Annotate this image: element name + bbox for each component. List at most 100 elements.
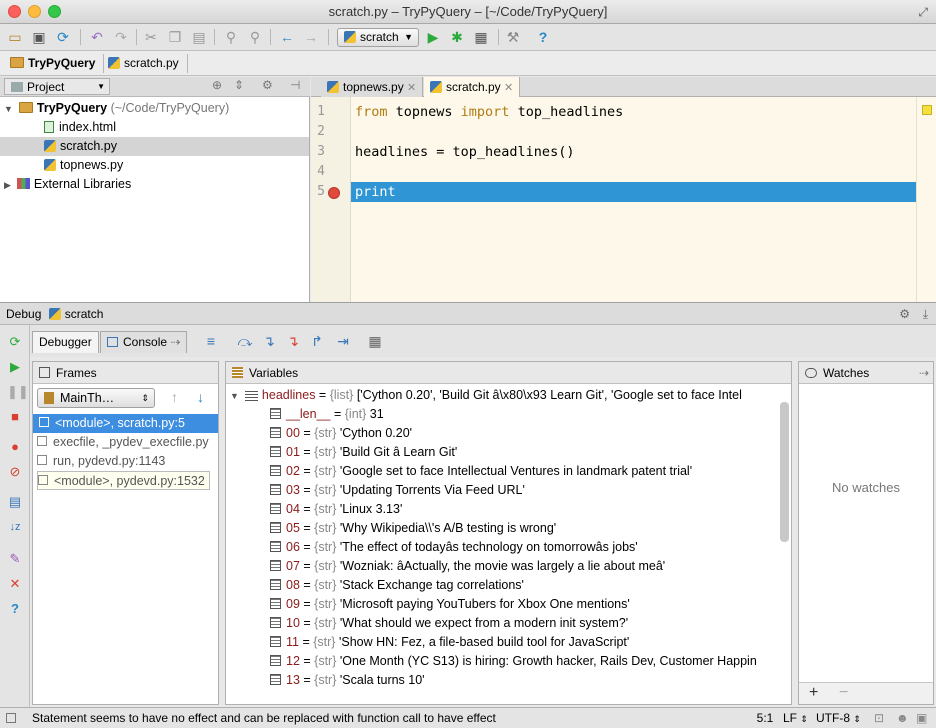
variable-row[interactable]: 01 = {str} 'Build Git â Learn Git': [270, 443, 457, 462]
pause-icon[interactable]: ❚❚: [7, 384, 29, 400]
cut-icon[interactable]: ✂: [142, 28, 160, 46]
remove-watch-button[interactable]: −: [839, 684, 848, 702]
pin-icon[interactable]: ✎: [7, 551, 23, 567]
encoding[interactable]: UTF-8 ⇕: [816, 708, 861, 728]
forward-icon[interactable]: →: [302, 28, 320, 46]
add-watch-button[interactable]: +: [809, 684, 818, 702]
tab-topnews[interactable]: topnews.py ✕: [321, 77, 424, 97]
close-window-button[interactable]: [8, 5, 21, 18]
stop-icon[interactable]: ■: [7, 409, 23, 425]
pin-tab-icon[interactable]: ⇢: [170, 335, 180, 349]
variable-row[interactable]: 12 = {str} 'One Month (YC S13) is hiring…: [270, 652, 757, 671]
variable-row[interactable]: 04 = {str} 'Linux 3.13': [270, 500, 402, 519]
expand-arrow-icon[interactable]: ▶: [4, 180, 11, 190]
event-log-icon[interactable]: ▣: [916, 708, 927, 728]
sync-icon[interactable]: ⟳: [54, 28, 72, 46]
gear-icon[interactable]: ⚙: [899, 303, 910, 325]
help-icon[interactable]: ?: [7, 601, 23, 617]
hide-panel-icon[interactable]: ⊣: [290, 78, 300, 92]
variable-row[interactable]: 11 = {str} 'Show HN: Fez, a file-based b…: [270, 633, 629, 652]
settings-icon[interactable]: ⚒: [504, 28, 522, 46]
lock-icon[interactable]: ⊡: [874, 708, 884, 728]
expand-arrow-icon[interactable]: ▼: [4, 104, 13, 114]
project-view-select[interactable]: Project ▼: [4, 78, 110, 95]
line-separator[interactable]: LF ⇕: [783, 708, 808, 728]
breadcrumb-file[interactable]: scratch.py: [104, 54, 188, 73]
next-frame-icon[interactable]: ↓: [197, 389, 204, 405]
force-step-into-icon[interactable]: ↴: [284, 332, 302, 350]
collapse-icon[interactable]: ⇕: [234, 78, 244, 92]
step-into-icon[interactable]: ↴: [260, 332, 278, 350]
evaluate-expression-icon[interactable]: ▦: [366, 332, 384, 350]
coverage-icon[interactable]: ▦: [472, 28, 490, 46]
variable-row[interactable]: 06 = {str} 'The effect of todayâs techno…: [270, 538, 638, 557]
run-config-select[interactable]: scratch ▼: [337, 28, 419, 47]
breadcrumb-project[interactable]: TryPyQuery: [6, 54, 105, 73]
tab-console[interactable]: Console ⇢: [100, 331, 188, 353]
restore-layout-icon[interactable]: ▤: [7, 494, 23, 510]
variable-row[interactable]: 13 = {str} 'Scala turns 10': [270, 671, 425, 690]
rerun-icon[interactable]: ⟳: [7, 334, 23, 350]
resume-icon[interactable]: ▶: [7, 359, 23, 375]
variables-scrollbar[interactable]: [780, 402, 789, 542]
inspector-icon[interactable]: ☻: [896, 708, 909, 728]
debug-icon[interactable]: ✱: [448, 28, 466, 46]
close-icon[interactable]: ✕: [407, 82, 416, 94]
previous-frame-icon[interactable]: ↑: [171, 389, 178, 405]
tree-item-index[interactable]: index.html: [44, 118, 116, 137]
frame-row[interactable]: <module>, pydevd.py:1532: [37, 471, 210, 490]
locate-icon[interactable]: ⊕: [212, 78, 222, 92]
editor-gutter[interactable]: 1 2 3 4 5: [311, 97, 351, 302]
variable-row[interactable]: 00 = {str} 'Cython 0.20': [270, 424, 412, 443]
variable-row[interactable]: 07 = {str} 'Wozniak: âActually, the movi…: [270, 557, 665, 576]
help-icon[interactable]: ?: [534, 28, 552, 46]
frame-row-selected[interactable]: <module>, scratch.py:5: [33, 414, 218, 433]
undo-icon[interactable]: ↶: [88, 28, 106, 46]
run-to-cursor-icon[interactable]: ⇥: [334, 332, 352, 350]
variable-row[interactable]: 02 = {str} 'Google set to face Intellect…: [270, 462, 692, 481]
show-execution-point-icon[interactable]: ≡: [202, 332, 220, 350]
hide-icon[interactable]: ⤓: [923, 303, 928, 325]
editor-scrollbar[interactable]: [916, 97, 936, 302]
pin-icon[interactable]: ⇢: [919, 362, 929, 384]
tab-scratch[interactable]: scratch.py ✕: [424, 77, 521, 98]
variable-row[interactable]: 10 = {str} 'What should we expect from a…: [270, 614, 628, 633]
variable-row[interactable]: 09 = {str} 'Microsoft paying YouTubers f…: [270, 595, 630, 614]
run-icon[interactable]: ▶: [424, 28, 442, 46]
close-icon[interactable]: ✕: [504, 82, 513, 94]
tree-root[interactable]: ▼ TryPyQuery (~/Code/TryPyQuery): [4, 99, 229, 118]
fullscreen-icon[interactable]: ⤢: [918, 0, 928, 24]
paste-icon[interactable]: ▤: [190, 28, 208, 46]
thread-select[interactable]: MainTh… ⇕: [37, 388, 155, 408]
sort-icon[interactable]: ↓z: [7, 519, 23, 535]
tool-windows-icon[interactable]: [6, 713, 16, 723]
gear-icon[interactable]: ⚙: [262, 78, 273, 92]
back-icon[interactable]: ←: [278, 28, 296, 46]
frame-row[interactable]: execfile, _pydev_execfile.py: [37, 433, 209, 452]
close-icon[interactable]: ✕: [7, 576, 23, 592]
expand-arrow-icon[interactable]: ▼: [230, 391, 239, 401]
copy-icon[interactable]: ❐: [166, 28, 184, 46]
tree-item-external[interactable]: ▶ External Libraries: [4, 175, 131, 194]
view-breakpoints-icon[interactable]: ●: [7, 439, 23, 455]
variable-row-len[interactable]: __len__ = {int} 31: [270, 405, 384, 424]
redo-icon[interactable]: ↷: [112, 28, 130, 46]
breakpoint-icon[interactable]: [328, 187, 340, 199]
mute-breakpoints-icon[interactable]: ⊘: [7, 464, 23, 480]
code-editor[interactable]: 1 2 3 4 5 from topnews import top_headli…: [311, 97, 936, 302]
replace-icon[interactable]: ⚲: [246, 28, 264, 46]
minimize-window-button[interactable]: [28, 5, 41, 18]
tree-item-topnews[interactable]: topnews.py: [44, 156, 123, 175]
find-icon[interactable]: ⚲: [222, 28, 240, 46]
open-folder-icon[interactable]: ▭: [6, 28, 24, 46]
caret-position[interactable]: 5:1: [752, 708, 778, 728]
step-over-icon[interactable]: ⤼: [236, 332, 254, 350]
variable-row[interactable]: 08 = {str} 'Stack Exchange tag correlati…: [270, 576, 524, 595]
variable-row-headlines[interactable]: ▼ headlines = {list} ['Cython 0.20', 'Bui…: [230, 386, 778, 405]
variable-row[interactable]: 05 = {str} 'Why Wikipedia\\'s A/B testin…: [270, 519, 556, 538]
step-out-icon[interactable]: ↱: [308, 332, 326, 350]
zoom-window-button[interactable]: [48, 5, 61, 18]
variable-row[interactable]: 03 = {str} 'Updating Torrents Via Feed U…: [270, 481, 525, 500]
save-icon[interactable]: ▣: [30, 28, 48, 46]
tree-item-scratch[interactable]: scratch.py: [0, 137, 309, 156]
